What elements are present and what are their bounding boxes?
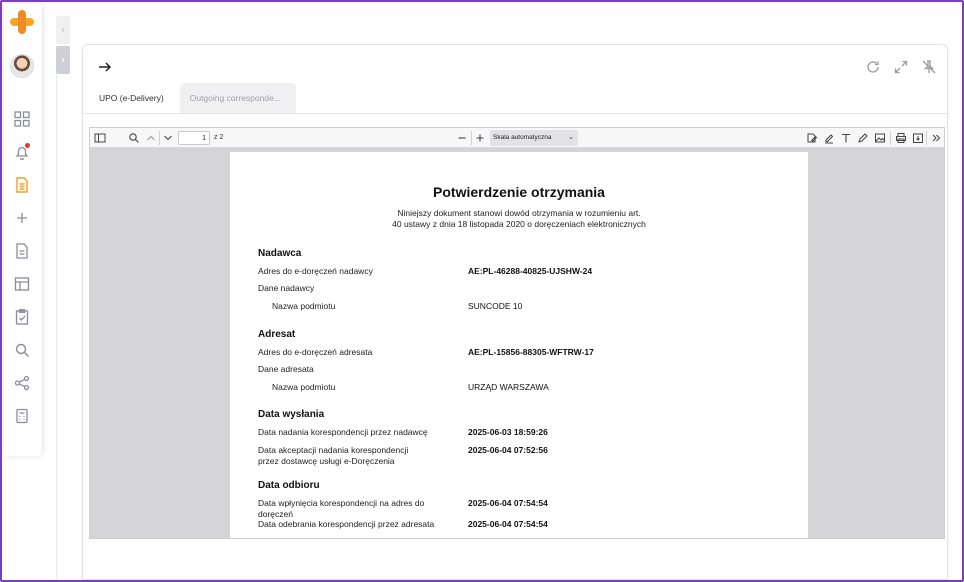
recipient-data-label: Dane adresata — [258, 364, 314, 374]
toolbar-separator — [890, 131, 891, 145]
panel-tools — [865, 59, 937, 75]
share-icon[interactable] — [13, 374, 31, 392]
edit-document-icon[interactable] — [806, 132, 818, 144]
expand-right-icon[interactable]: › — [56, 46, 70, 74]
sending-row2-value: 2025-06-04 07:52:56 — [468, 445, 548, 455]
document-panel: UPO (e-Delivery) Outgoing corresponde...… — [82, 44, 948, 580]
tab-outgoing-correspondence[interactable]: Outgoing corresponde... — [179, 83, 296, 113]
arrow-right-icon[interactable] — [97, 59, 113, 75]
next-page-icon[interactable] — [162, 132, 174, 144]
collapse-left-icon[interactable]: ‹ — [56, 16, 70, 44]
image-tool-icon[interactable] — [874, 132, 886, 144]
tab-bar: UPO (e-Delivery) Outgoing corresponde... — [89, 83, 296, 113]
page-total-label: z 2 — [214, 134, 224, 141]
expand-icon[interactable] — [893, 59, 909, 75]
previous-page-icon[interactable] — [145, 132, 157, 144]
sidebar-toggle-icon[interactable] — [94, 132, 106, 144]
recipient-name-value: URZĄD WARSZAWA — [468, 382, 549, 392]
section-receipt-heading: Data odbioru — [258, 480, 320, 491]
toolbar-separator — [926, 131, 927, 145]
sender-address-value: AE:PL-46288-40825-UJSHW-24 — [468, 266, 593, 276]
draw-icon[interactable] — [857, 132, 869, 144]
search-icon[interactable] — [13, 341, 31, 359]
app-logo-icon[interactable] — [10, 10, 34, 34]
tab-divider — [83, 113, 947, 114]
receipt-row2-label: Data odebrania korespondencji przez adre… — [258, 519, 435, 529]
sending-row2-label-line2: przez dostawcę usługi e-Doręczenia — [258, 456, 395, 466]
text-tool-icon[interactable] — [840, 132, 852, 144]
toolbar-separator — [159, 131, 160, 145]
chevron-down-icon: ⌄ — [568, 134, 574, 141]
sending-row1-label: Data nadania korespondencji przez nadawc… — [258, 427, 428, 437]
zoom-scale-value: Skala automatyczna — [493, 134, 552, 141]
toolbar-separator — [471, 131, 472, 145]
page-number-input[interactable] — [178, 131, 210, 145]
document-list-icon[interactable] — [13, 176, 31, 194]
clipboard-check-icon[interactable] — [13, 308, 31, 326]
receipt-row1-value: 2025-06-04 07:54:54 — [468, 498, 548, 508]
tab-upo[interactable]: UPO (e-Delivery) — [89, 83, 174, 113]
document-title: Potwierdzenie otrzymania — [433, 184, 605, 200]
highlight-icon[interactable] — [823, 132, 835, 144]
pdf-viewer: z 2 Skala automatyczna ⌄ Potwierdzenie o… — [89, 127, 945, 539]
find-icon[interactable] — [128, 132, 140, 144]
section-sending-heading: Data wysłania — [258, 409, 325, 420]
unpin-icon[interactable] — [921, 59, 937, 75]
left-sidebar — [4, 4, 42, 456]
save-download-icon[interactable] — [912, 132, 924, 144]
recipient-name-label: Nazwa podmiotu — [272, 382, 336, 392]
sending-row2-label: Data akceptacji nadania korespondencji p… — [258, 445, 458, 467]
zoom-scale-select[interactable]: Skala automatyczna ⌄ — [490, 130, 578, 146]
zoom-in-icon[interactable] — [474, 132, 486, 144]
sending-row2-label-line1: Data akceptacji nadania korespondencji — [258, 445, 409, 455]
sender-name-label: Nazwa podmiotu — [272, 301, 336, 311]
receipt-row2-value: 2025-06-04 07:54:54 — [468, 519, 548, 529]
sender-address-label: Adres do e-doręczeń nadawcy — [258, 266, 373, 276]
sender-data-label: Dane nadawcy — [258, 283, 315, 293]
print-icon[interactable] — [895, 132, 907, 144]
plus-icon[interactable] — [13, 209, 31, 227]
user-avatar[interactable] — [10, 54, 34, 78]
zoom-out-icon[interactable] — [456, 132, 468, 144]
document-subtitle-line2: 40 ustawy z dnia 18 listopada 2020 o dor… — [392, 219, 646, 229]
dashboard-grid-icon[interactable] — [13, 110, 31, 128]
file-icon[interactable] — [13, 242, 31, 260]
more-tools-icon[interactable] — [930, 132, 942, 144]
divider — [56, 74, 57, 580]
recipient-address-label: Adres do e-doręczeń adresata — [258, 347, 373, 357]
pdf-toolbar: z 2 Skala automatyczna ⌄ — [90, 128, 944, 148]
sender-name-value: SUNCODE 10 — [468, 301, 523, 311]
pdf-page: Potwierdzenie otrzymania Niniejszy dokum… — [230, 152, 808, 538]
document-subtitle: Niniejszy dokument stanowi dowód otrzyma… — [230, 208, 808, 230]
section-recipient-heading: Adresat — [258, 329, 296, 340]
recipient-address-value: AE:PL-15856-88305-WFTRW-17 — [468, 347, 594, 357]
sending-row1-value: 2025-06-03 18:59:26 — [468, 427, 548, 437]
refresh-icon[interactable] — [865, 59, 881, 75]
bell-icon[interactable] — [13, 143, 31, 161]
notification-badge — [25, 143, 30, 148]
receipt-row1-label-line1: Data wpłynięcia korespondencji na adres … — [258, 498, 425, 508]
document-subtitle-line1: Niniejszy dokument stanowi dowód otrzyma… — [397, 208, 641, 218]
receipt-row1-label: Data wpłynięcia korespondencji na adres … — [258, 498, 458, 520]
layout-icon[interactable] — [13, 275, 31, 293]
calculator-icon[interactable] — [13, 407, 31, 425]
section-sender-heading: Nadawca — [258, 248, 302, 259]
